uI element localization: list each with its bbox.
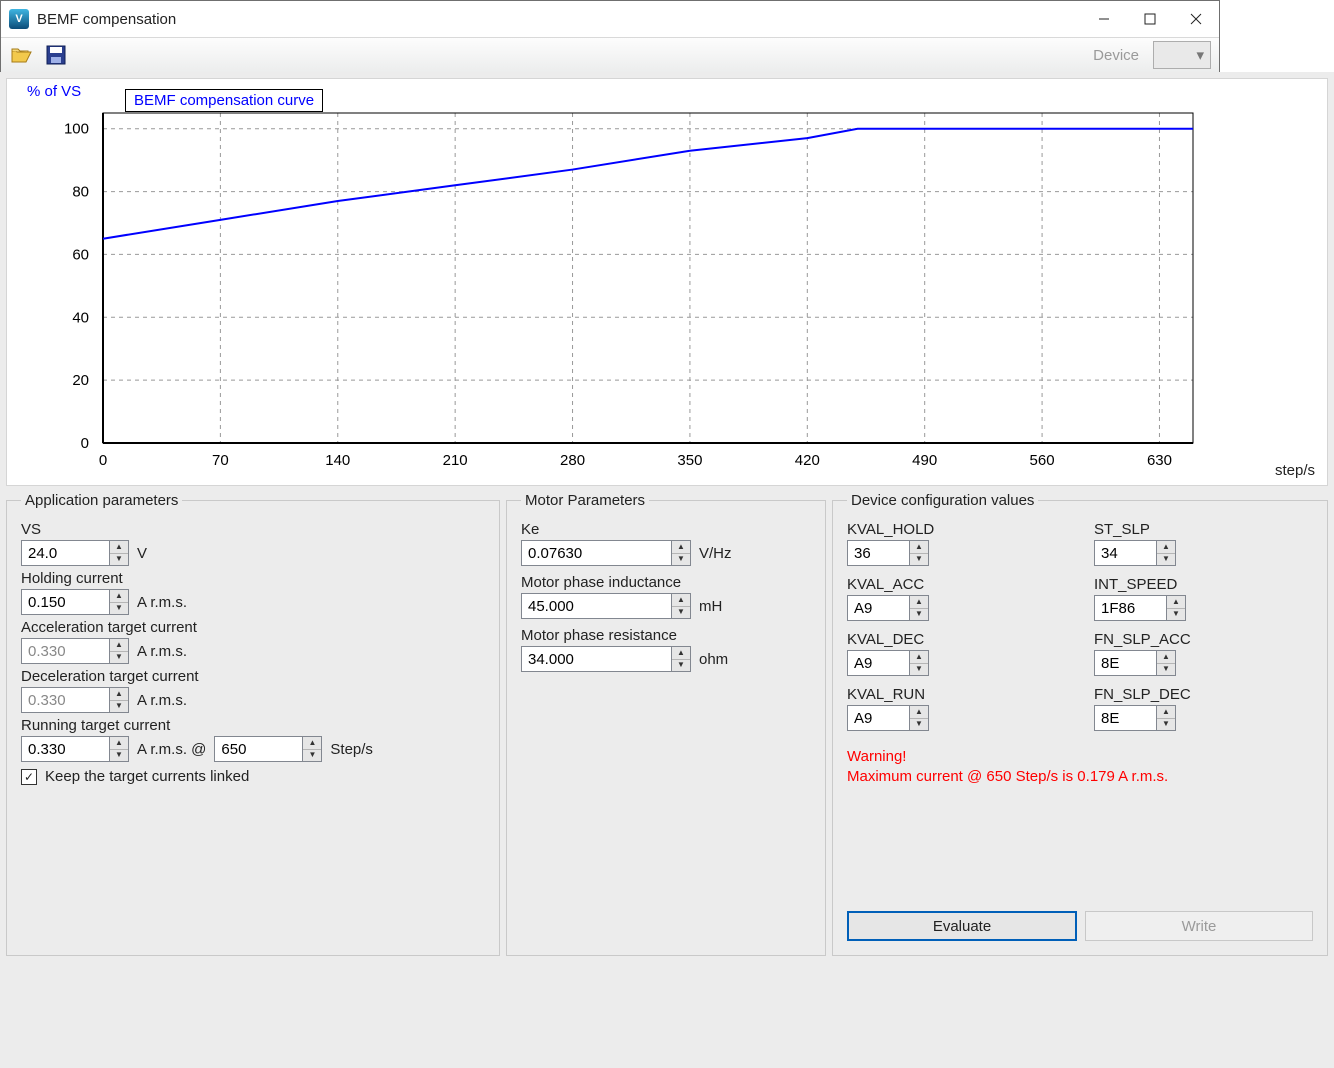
kval-acc-label: KVAL_ACC <box>847 576 1066 593</box>
holding-current-input[interactable]: ▲▼ <box>21 589 129 615</box>
svg-text:560: 560 <box>1030 452 1055 469</box>
link-currents-label: Keep the target currents linked <box>45 768 249 785</box>
svg-text:80: 80 <box>72 184 89 201</box>
floppy-save-icon <box>46 45 66 65</box>
workarea: % of VS BEMF compensation curve 02040608… <box>0 72 1334 1068</box>
minimize-button[interactable] <box>1081 1 1127 37</box>
application-parameters-panel: Application parameters VS ▲▼ V Holding c… <box>6 492 500 956</box>
evaluate-button[interactable]: Evaluate <box>847 911 1077 941</box>
svg-text:0: 0 <box>99 452 107 469</box>
save-button[interactable] <box>43 42 69 68</box>
resistance-input[interactable]: ▲▼ <box>521 646 691 672</box>
device-dropdown[interactable]: ▾ <box>1153 41 1211 69</box>
accel-current-input[interactable]: ▲▼ <box>21 638 129 664</box>
st-slp-input[interactable]: ▲▼ <box>1094 540 1176 566</box>
decel-current-label: Deceleration target current <box>21 668 485 685</box>
panel-legend: Motor Parameters <box>521 492 649 509</box>
motor-parameters-panel: Motor Parameters Ke ▲▼ V/Hz Motor phase … <box>506 492 826 956</box>
vs-input[interactable]: ▲▼ <box>21 540 129 566</box>
chart-canvas: 0 20 40 60 80 100 0 70 140 210 280 350 420 490 560 630 <box>13 83 1199 477</box>
kval-hold-label: KVAL_HOLD <box>847 521 1066 538</box>
svg-text:280: 280 <box>560 452 585 469</box>
kval-run-input[interactable]: ▲▼ <box>847 705 929 731</box>
fn-slp-acc-label: FN_SLP_ACC <box>1094 631 1313 648</box>
svg-text:630: 630 <box>1147 452 1172 469</box>
app-icon: V <box>9 9 29 29</box>
warning-text: Warning!Maximum current @ 650 Step/s is … <box>847 747 1313 788</box>
folder-open-icon <box>11 45 33 65</box>
panel-legend: Device configuration values <box>847 492 1038 509</box>
svg-text:210: 210 <box>443 452 468 469</box>
holding-current-label: Holding current <box>21 570 485 587</box>
chart-legend: BEMF compensation curve <box>125 89 323 112</box>
st-slp-label: ST_SLP <box>1094 521 1313 538</box>
svg-text:100: 100 <box>64 121 89 138</box>
running-current-label: Running target current <box>21 717 485 734</box>
device-config-panel: Device configuration values KVAL_HOLD ▲▼… <box>832 492 1328 956</box>
fn-slp-dec-label: FN_SLP_DEC <box>1094 686 1313 703</box>
accel-current-label: Acceleration target current <box>21 619 485 636</box>
toolbar: Device ▾ <box>1 37 1219 73</box>
running-current-input[interactable]: ▲▼ <box>21 736 129 762</box>
svg-text:20: 20 <box>72 372 89 389</box>
kval-run-label: KVAL_RUN <box>847 686 1066 703</box>
fn-slp-dec-input[interactable]: ▲▼ <box>1094 705 1176 731</box>
svg-text:140: 140 <box>325 452 350 469</box>
kval-dec-input[interactable]: ▲▼ <box>847 650 929 676</box>
kval-acc-input[interactable]: ▲▼ <box>847 595 929 621</box>
inductance-label: Motor phase inductance <box>521 574 811 591</box>
svg-text:420: 420 <box>795 452 820 469</box>
device-label: Device <box>1093 47 1139 64</box>
ke-input[interactable]: ▲▼ <box>521 540 691 566</box>
svg-text:40: 40 <box>72 309 89 326</box>
svg-text:70: 70 <box>212 452 229 469</box>
kval-dec-label: KVAL_DEC <box>847 631 1066 648</box>
window-title: BEMF compensation <box>37 11 176 28</box>
panel-legend: Application parameters <box>21 492 182 509</box>
write-button[interactable]: Write <box>1085 911 1313 941</box>
inductance-input[interactable]: ▲▼ <box>521 593 691 619</box>
int-speed-input[interactable]: ▲▼ <box>1094 595 1186 621</box>
int-speed-label: INT_SPEED <box>1094 576 1313 593</box>
svg-text:350: 350 <box>677 452 702 469</box>
svg-text:490: 490 <box>912 452 937 469</box>
maximize-button[interactable] <box>1127 1 1173 37</box>
decel-current-input[interactable]: ▲▼ <box>21 687 129 713</box>
svg-text:0: 0 <box>81 435 89 452</box>
svg-text:60: 60 <box>72 246 89 263</box>
bemf-chart: % of VS BEMF compensation curve 02040608… <box>6 78 1328 486</box>
running-speed-input[interactable]: ▲▼ <box>214 736 322 762</box>
close-button[interactable] <box>1173 1 1219 37</box>
open-button[interactable] <box>9 42 35 68</box>
chart-x-label: step/s <box>1275 462 1315 479</box>
ke-label: Ke <box>521 521 811 538</box>
fn-slp-acc-input[interactable]: ▲▼ <box>1094 650 1176 676</box>
kval-hold-input[interactable]: ▲▼ <box>847 540 929 566</box>
titlebar: V BEMF compensation <box>1 1 1219 37</box>
resistance-label: Motor phase resistance <box>521 627 811 644</box>
link-currents-checkbox[interactable]: ✓ <box>21 769 37 785</box>
vs-label: VS <box>21 521 485 538</box>
